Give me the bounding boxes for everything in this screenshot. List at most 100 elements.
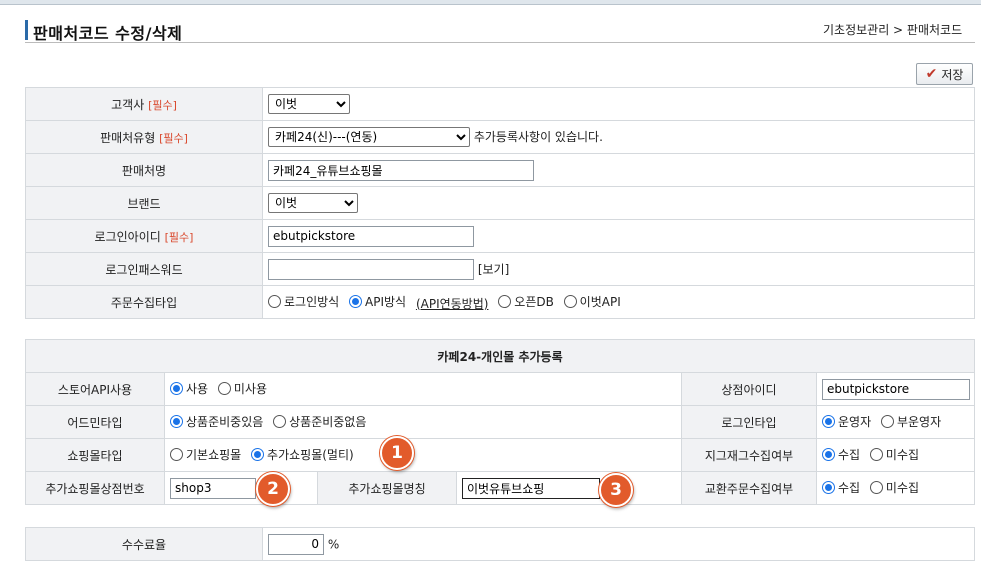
exchange-option-label: 수집 bbox=[838, 481, 861, 495]
title-accent-bar bbox=[25, 20, 28, 40]
extra-row-extra-shop: 추가쇼핑몰상점번호 추가쇼핑몰명칭 교환주문수집여부 수집 미수집 bbox=[25, 471, 975, 505]
extra-shop-no-value-cell bbox=[164, 471, 318, 505]
customer-select[interactable]: 이벗 bbox=[268, 94, 350, 114]
radio-circle-selected[interactable] bbox=[822, 415, 835, 428]
channel-type-label-cell: 판매처유형 [필수] bbox=[25, 120, 263, 154]
radio-circle-selected[interactable] bbox=[251, 448, 265, 461]
login-type-label: 로그인타입 bbox=[681, 405, 817, 439]
stock-value-cell: 수집 미수집 bbox=[816, 438, 975, 472]
mall-type-radio-basic[interactable]: 기본쇼핑몰 bbox=[170, 446, 241, 463]
shop-id-input[interactable] bbox=[822, 378, 970, 400]
exchange-radio-no-collect[interactable]: 미수집 bbox=[869, 479, 920, 496]
form-row-channel-type: 판매처유형 [필수] 카페24(신)---(연동) 추가등록사항이 있습니다. bbox=[25, 120, 975, 154]
required-tag: [필수] bbox=[148, 98, 177, 112]
channel-name-input[interactable] bbox=[268, 159, 534, 181]
channel-type-value-cell: 카페24(신)---(연동) 추가등록사항이 있습니다. bbox=[262, 120, 975, 154]
login-pw-label-cell: 로그인패스워드 bbox=[25, 252, 263, 286]
brand-value-cell: 이벗 bbox=[262, 186, 975, 220]
order-type-option-label: 이벗API bbox=[579, 294, 621, 309]
radio-circle-selected[interactable] bbox=[170, 382, 183, 395]
login-type-radio-operator[interactable]: 운영자 bbox=[822, 413, 871, 430]
radio-circle[interactable] bbox=[563, 294, 577, 308]
mall-type-label: 쇼핑몰타입 bbox=[25, 438, 165, 472]
exchange-value-cell: 수집 미수집 bbox=[816, 471, 975, 505]
api-guide-link[interactable]: (API연동방법) bbox=[416, 295, 489, 312]
stock-radio-collect[interactable]: 수집 bbox=[822, 446, 860, 463]
required-tag: [필수] bbox=[164, 230, 194, 244]
form-row-login-pw: 로그인패스워드 [보기] bbox=[25, 252, 975, 286]
admin-type-radio-without-prep[interactable]: 상품준비중없음 bbox=[273, 413, 366, 430]
shop-id-value-cell bbox=[816, 372, 975, 406]
order-type-label-cell: 주문수집타입 bbox=[25, 285, 263, 319]
login-id-label-cell: 로그인아이디 [필수] bbox=[25, 219, 263, 253]
form-row-channel-name: 판매처명 bbox=[25, 153, 975, 187]
brand-select[interactable]: 이벗 bbox=[268, 193, 358, 213]
channel-type-select[interactable]: 카페24(신)---(연동) bbox=[268, 127, 470, 147]
channel-type-note: 추가등록사항이 있습니다. bbox=[473, 130, 603, 144]
login-type-radio-sub-operator[interactable]: 부운영자 bbox=[880, 413, 941, 430]
order-type-radio-api[interactable]: API방식 bbox=[349, 293, 406, 310]
extra-shop-no-label: 추가쇼핑몰상점번호 bbox=[25, 471, 165, 505]
order-type-option-label: 로그인방식 bbox=[284, 294, 340, 309]
radio-circle-selected[interactable] bbox=[170, 415, 183, 428]
extra-section-header-row: 카페24-개인몰 추가등록 bbox=[25, 339, 975, 373]
mall-type-option-label: 기본쇼핑몰 bbox=[186, 448, 242, 462]
fee-label: 수수료율 bbox=[25, 527, 263, 561]
login-id-input[interactable] bbox=[268, 225, 474, 247]
stock-radio-no-collect[interactable]: 미수집 bbox=[869, 446, 919, 463]
order-type-radio-opendb[interactable]: 오픈DB bbox=[498, 293, 554, 310]
radio-circle-selected[interactable] bbox=[822, 448, 835, 461]
radio-circle[interactable] bbox=[170, 448, 183, 461]
login-pw-value-cell: [보기] bbox=[262, 252, 975, 286]
brand-label-cell: 브랜드 bbox=[25, 186, 263, 220]
annotation-marker-1: 1 bbox=[380, 436, 414, 470]
channel-type-label: 판매처유형 bbox=[100, 130, 156, 145]
admin-type-radio-with-prep[interactable]: 상품준비중있음 bbox=[170, 413, 263, 430]
channel-name-label-cell: 판매처명 bbox=[25, 153, 263, 187]
save-button[interactable]: ✔ 저장 bbox=[916, 63, 973, 85]
form-row-order-type: 주문수집타입 로그인방식 API방식 (API연동방법) 오픈DB 이벗API bbox=[25, 285, 975, 319]
radio-circle-selected[interactable] bbox=[349, 294, 363, 308]
radio-circle[interactable] bbox=[880, 415, 894, 428]
radio-circle[interactable] bbox=[273, 415, 287, 428]
fee-input[interactable] bbox=[268, 533, 324, 555]
check-icon: ✔ bbox=[925, 66, 938, 82]
channel-name-value-cell bbox=[262, 153, 975, 187]
radio-circle[interactable] bbox=[869, 448, 883, 461]
fee-value-cell: % bbox=[262, 527, 975, 561]
store-api-radio-use[interactable]: 사용 bbox=[170, 380, 208, 397]
admin-type-value-cell: 상품준비중있음 상품준비중없음 bbox=[164, 405, 682, 439]
store-api-option-label: 미사용 bbox=[233, 382, 268, 396]
form-row-login-id: 로그인아이디 [필수] bbox=[25, 219, 975, 253]
breadcrumb: 기초정보관리 > 판매처코드 bbox=[823, 23, 963, 37]
extra-shop-name-label: 추가쇼핑몰명칭 bbox=[317, 471, 457, 505]
customer-label: 고객사 bbox=[111, 97, 145, 112]
store-api-option-label: 사용 bbox=[186, 382, 209, 396]
radio-circle[interactable] bbox=[869, 481, 883, 494]
order-type-radio-login[interactable]: 로그인방식 bbox=[268, 293, 339, 310]
store-api-radio-nouse[interactable]: 미사용 bbox=[217, 380, 268, 397]
login-pw-input[interactable] bbox=[268, 258, 474, 280]
exchange-radio-collect[interactable]: 수집 bbox=[822, 479, 860, 496]
extra-section-title: 카페24-개인몰 추가등록 bbox=[25, 339, 975, 373]
radio-circle[interactable] bbox=[268, 294, 281, 308]
extra-row-mall-type: 쇼핑몰타입 기본쇼핑몰 추가쇼핑몰(멀티) 지그재그수집여부 수집 미수집 bbox=[25, 438, 975, 472]
store-api-label: 스토어API사용 bbox=[25, 372, 165, 406]
customer-label-cell: 고객사 [필수] bbox=[25, 87, 263, 121]
admin-type-label: 어드민타입 bbox=[25, 405, 165, 439]
annotation-marker-2: 2 bbox=[256, 472, 290, 506]
mall-type-radio-multi[interactable]: 추가쇼핑몰(멀티) bbox=[251, 446, 354, 463]
login-type-value-cell: 운영자 부운영자 bbox=[816, 405, 975, 439]
radio-circle[interactable] bbox=[498, 294, 512, 308]
login-type-option-label: 운영자 bbox=[838, 415, 872, 429]
extra-shop-name-input[interactable] bbox=[462, 477, 600, 499]
extra-shop-no-input[interactable] bbox=[170, 477, 256, 499]
fee-row: 수수료율 % bbox=[25, 527, 975, 561]
radio-circle[interactable] bbox=[217, 382, 231, 395]
customer-value-cell: 이벗 bbox=[262, 87, 975, 121]
radio-circle-selected[interactable] bbox=[822, 481, 835, 494]
exchange-option-label: 미수집 bbox=[885, 481, 920, 495]
extra-row-store-api: 스토어API사용 사용 미사용 상점아이디 bbox=[25, 372, 975, 406]
order-type-radio-ebutapi[interactable]: 이벗API bbox=[563, 293, 621, 310]
view-password-link[interactable]: [보기] bbox=[478, 262, 509, 276]
